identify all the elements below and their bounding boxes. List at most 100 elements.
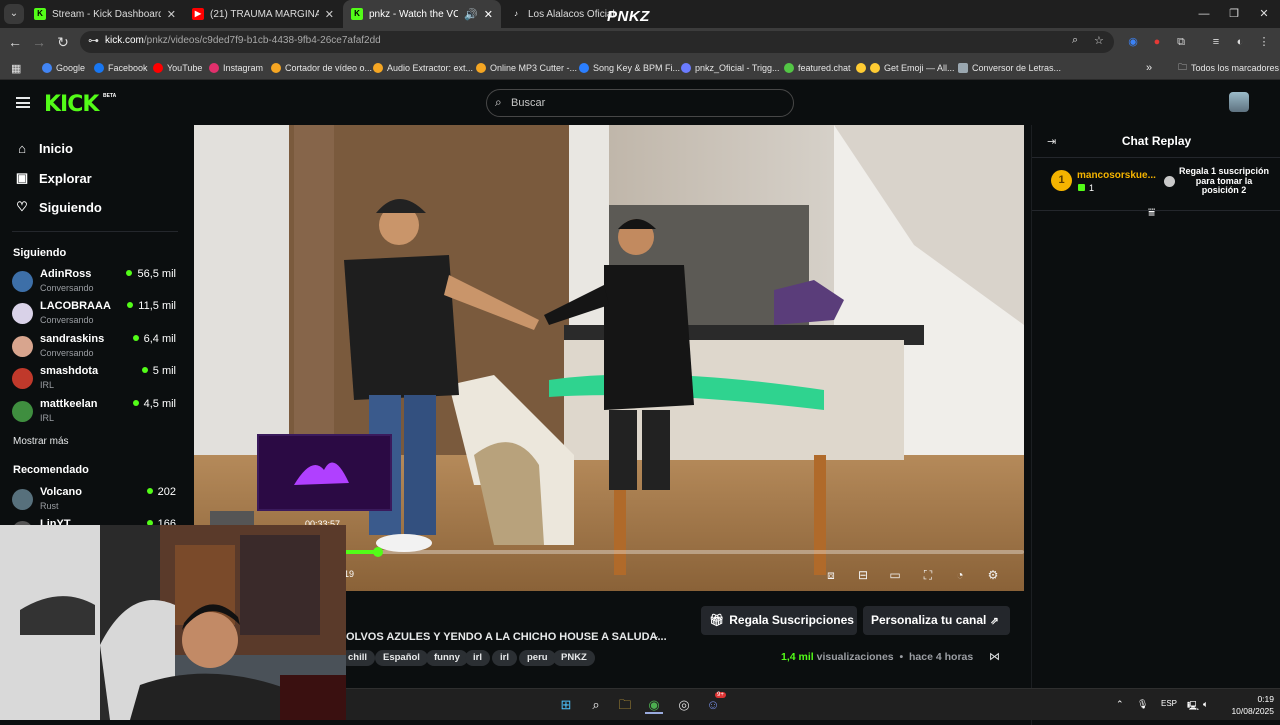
close-icon[interactable]: ✕ [484, 8, 493, 21]
file-explorer-icon[interactable]: 🗀 [616, 696, 634, 714]
search-input[interactable] [511, 94, 781, 112]
speaker-icon[interactable]: 🔊 [464, 8, 478, 21]
channel-item[interactable]: smashdota IRL 5 mil [12, 365, 176, 395]
gift-box-icon: 🎁︎ [709, 613, 725, 627]
minimize-icon[interactable]: — [1188, 0, 1220, 28]
apps-grid-icon[interactable]: ▦ [11, 61, 21, 75]
search-box[interactable]: ⌕ [486, 89, 794, 117]
microphone-icon[interactable]: 🎙︎ [1137, 699, 1148, 710]
bookmark-favicon-icon [476, 63, 486, 73]
tag[interactable]: irl [492, 650, 517, 666]
tab-kick-dashboard[interactable]: K Stream - Kick Dashboard ✕ [26, 0, 184, 28]
search-icon[interactable]: ⌕ [587, 696, 605, 714]
close-window-icon[interactable]: ✕ [1248, 0, 1280, 28]
extensions-puzzle-icon[interactable]: ⧉ [1173, 34, 1189, 50]
menu-icon[interactable] [16, 97, 30, 108]
bookmark-featured-chat[interactable]: featured.chat [784, 61, 851, 75]
media-control-icon[interactable]: ≡ [1208, 34, 1224, 50]
clip-icon[interactable]: ⊟ [856, 568, 870, 582]
bookmark-cortador[interactable]: Cortador de vídeo o... [271, 61, 372, 75]
address-bar[interactable]: ⊶ kick.com/pnkz/videos/c9ded7f9-b1cb-443… [80, 31, 1114, 53]
gifter-username[interactable]: mancosorskue... [1077, 170, 1156, 181]
tab-search-button[interactable]: ⌄ [4, 4, 24, 24]
system-clock[interactable]: 0:19 10/08/2025 [1224, 693, 1274, 717]
bookmark-conversor[interactable]: Conversor de Letras... [958, 61, 1061, 75]
share-icon[interactable]: ⋈ [989, 650, 1000, 663]
extension-icon[interactable]: ◉ [1125, 34, 1141, 50]
viewer-count: 4,5 mil [133, 398, 176, 410]
windows-start-icon[interactable]: ⊞ [557, 696, 575, 714]
profile-icon[interactable]: ◐ [1232, 34, 1248, 50]
reload-icon[interactable]: ↻ [54, 33, 72, 51]
bookmark-get-emoji[interactable]: Get Emoji — All... [856, 61, 955, 75]
kick-favicon-icon: K [351, 8, 363, 20]
tag[interactable]: Español [375, 650, 428, 666]
restore-icon[interactable]: ❐ [1218, 0, 1250, 28]
bookmark-google[interactable]: Google [42, 61, 85, 75]
back-icon[interactable]: ← [6, 33, 24, 51]
sidebar-item-siguiendo[interactable]: ♡ Siguiendo [14, 199, 102, 215]
progress-handle[interactable] [373, 547, 383, 557]
discord-icon[interactable]: ☺ [704, 696, 722, 714]
tag[interactable]: funny [426, 650, 468, 666]
channel-item[interactable]: LACOBRAAA Conversando 11,5 mil [12, 300, 176, 330]
star-icon[interactable]: ☆ [1094, 34, 1104, 47]
chevron-down-icon[interactable]: ⌄ [651, 629, 660, 642]
channel-item[interactable]: Volcano Rust 202 [12, 486, 176, 516]
tag[interactable]: irl [465, 650, 490, 666]
volume-icon[interactable]: 🔈︎ [1203, 699, 1208, 710]
close-icon[interactable]: ✕ [325, 8, 334, 21]
avatar[interactable] [1229, 92, 1249, 112]
bookmark-audio-extractor[interactable]: Audio Extractor: ext... [373, 61, 473, 75]
bookmark-facebook[interactable]: Facebook [94, 61, 148, 75]
bookmark-pnkz-oficial[interactable]: pnkz_Oficial - Trigg... [681, 61, 780, 75]
expand-chevron-icon[interactable]: ⩸ [1148, 205, 1155, 220]
video-title: OLVOS AZULES Y YENDO A LA CHICHO HOUSE A… [346, 631, 667, 643]
all-bookmarks-folder[interactable]: 🗀 Todos los marcadores [1178, 61, 1279, 75]
channel-item[interactable]: mattkeelan IRL 4,5 mil [12, 398, 176, 428]
theater-mode-icon[interactable]: ▭ [888, 568, 902, 582]
channel-item[interactable]: AdinRoss Conversando 56,5 mil [12, 268, 176, 298]
forward-icon[interactable]: → [30, 33, 48, 51]
channel-category: IRL [40, 413, 55, 423]
sidebar-item-inicio[interactable]: ⌂ Inicio [14, 141, 73, 156]
bookmark-favicon-icon [958, 63, 968, 73]
gift-cta[interactable]: Regala 1 suscripción para tomar la posic… [1177, 166, 1271, 196]
taskbar: ⊞ ⌕ 🗀 ◉ ◎ ☺ 9+ ⌃ 🎙︎ ESP 🖳 🔈︎ 0:19 10/08/… [346, 688, 1280, 720]
bookmark-instagram[interactable]: Instagram [209, 61, 263, 75]
channel-item[interactable]: sandraskins Conversando 6,4 mil [12, 333, 176, 363]
avatar [12, 489, 33, 510]
more-bookmarks-icon[interactable]: » [1146, 61, 1152, 75]
network-icon[interactable]: 🖳 [1187, 699, 1199, 715]
menu-kebab-icon[interactable]: ⋮ [1256, 34, 1272, 50]
customize-channel-button[interactable]: Personaliza tu canal ⇗ [863, 606, 1010, 635]
video-player[interactable]: 00:33:57 19 ⧈ ⊟ ▭ ⛶ ◔ ⚙ [194, 125, 1024, 591]
recommended-heading: Recomendado [13, 464, 89, 476]
fullscreen-icon[interactable]: ⛶ [921, 568, 935, 582]
language-indicator[interactable]: ESP [1161, 699, 1177, 708]
extension-red-icon[interactable]: ● [1149, 34, 1165, 50]
playback-speed-icon[interactable]: ◔ [953, 568, 967, 582]
close-icon[interactable]: ✕ [167, 8, 176, 21]
progress-bar[interactable] [344, 547, 1024, 557]
bookmark-song-key[interactable]: Song Key & BPM Fi... [579, 61, 680, 75]
miniplayer-icon[interactable]: ⧈ [824, 568, 838, 582]
obs-icon[interactable]: ◎ [675, 696, 693, 714]
chrome-icon[interactable]: ◉ [645, 696, 663, 714]
show-hidden-icons-icon[interactable]: ⌃ [1116, 699, 1124, 710]
viewer-count: 56,5 mil [126, 268, 176, 280]
tab-youtube[interactable]: ▶ (21) TRAUMA MARGINAL - PNK ✕ [184, 0, 342, 28]
kick-logo[interactable]: KICK [44, 92, 99, 117]
zoom-icon[interactable]: ⌕ [1072, 34, 1078, 47]
gift-subscriptions-button[interactable]: 🎁︎ Regala Suscripciones [701, 606, 857, 635]
show-more-link[interactable]: Mostrar más [13, 436, 69, 447]
tag[interactable]: peru [519, 650, 556, 666]
bookmark-youtube[interactable]: YouTube [153, 61, 202, 75]
settings-icon[interactable]: ⚙ [986, 568, 1000, 582]
tab-kick-vod[interactable]: K pnkz - Watch the VOD on K 🔊 ✕ [343, 0, 501, 28]
channel-category: IRL [40, 380, 55, 390]
sidebar-item-explorar[interactable]: ▣ Explorar [14, 170, 92, 186]
tag[interactable]: PNKZ [553, 650, 595, 666]
site-info-icon[interactable]: ⊶ [88, 34, 99, 47]
bookmark-mp3-cutter[interactable]: Online MP3 Cutter -... [476, 61, 577, 75]
